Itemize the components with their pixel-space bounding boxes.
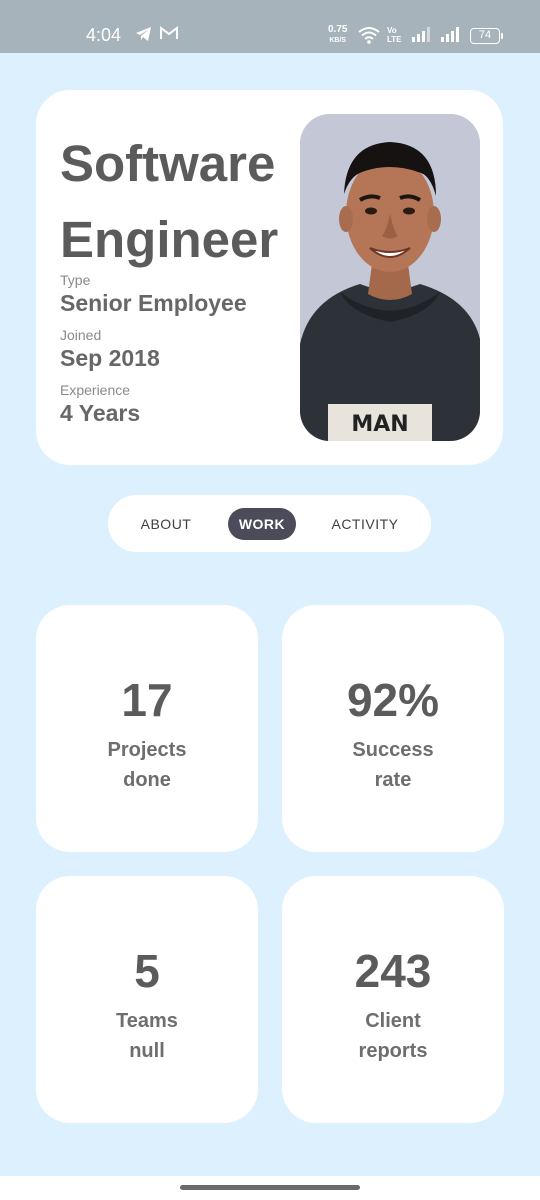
joined-info: Joined Sep 2018 [60, 327, 160, 372]
stat-card-projects: 17 Projects done [36, 605, 258, 852]
stat-card-client-reports: 243 Client reports [282, 876, 504, 1123]
profile-photo: MAN [300, 114, 480, 441]
status-bar: 4:04 0.75 KB/S Vo LTE 74 [0, 0, 540, 53]
tab-activity[interactable]: ACTIVITY [320, 508, 410, 540]
experience-label: Experience [60, 382, 131, 398]
stat-value: 92% [346, 674, 440, 726]
experience-info: Experience 4 Years [60, 382, 140, 427]
stat-value: 243 [354, 945, 432, 997]
svg-text:MAN: MAN [351, 412, 408, 437]
signal-icon [440, 26, 460, 47]
signal-icon [411, 26, 431, 47]
type-label: Type [60, 272, 91, 288]
job-title: Software Engineer [60, 135, 279, 268]
tab-work[interactable]: WORK [228, 508, 296, 540]
tab-bar: ABOUT WORK ACTIVITY [108, 495, 431, 552]
volte-indicator: Vo LTE [387, 26, 402, 44]
experience-value: 4 Years [60, 400, 141, 426]
stat-label: Teams null [116, 1010, 178, 1062]
stat-label: Projects done [107, 739, 187, 791]
network-speed: 0.75 KB/S [328, 24, 348, 45]
tab-about[interactable]: ABOUT [128, 508, 204, 540]
stat-value: 5 [134, 945, 160, 997]
stat-card-teams: 5 Teams null [36, 876, 258, 1123]
joined-label: Joined [60, 327, 102, 343]
joined-value: Sep 2018 [60, 345, 160, 371]
status-time: 4:04 [86, 25, 122, 45]
gmail-icon [160, 26, 178, 45]
battery-icon: 74 [470, 28, 503, 44]
stat-card-success: 92% Success rate [282, 605, 504, 852]
home-indicator[interactable] [180, 1185, 360, 1190]
profile-card: Software Engineer Type Senior Employee J… [36, 90, 503, 465]
type-value: Senior Employee [60, 290, 247, 316]
stat-label: Client reports [358, 1010, 428, 1062]
wifi-icon [358, 26, 380, 49]
type-info: Type Senior Employee [60, 272, 247, 317]
stat-label: Success rate [352, 739, 434, 791]
telegram-icon [135, 26, 153, 47]
stat-value: 17 [121, 674, 173, 726]
